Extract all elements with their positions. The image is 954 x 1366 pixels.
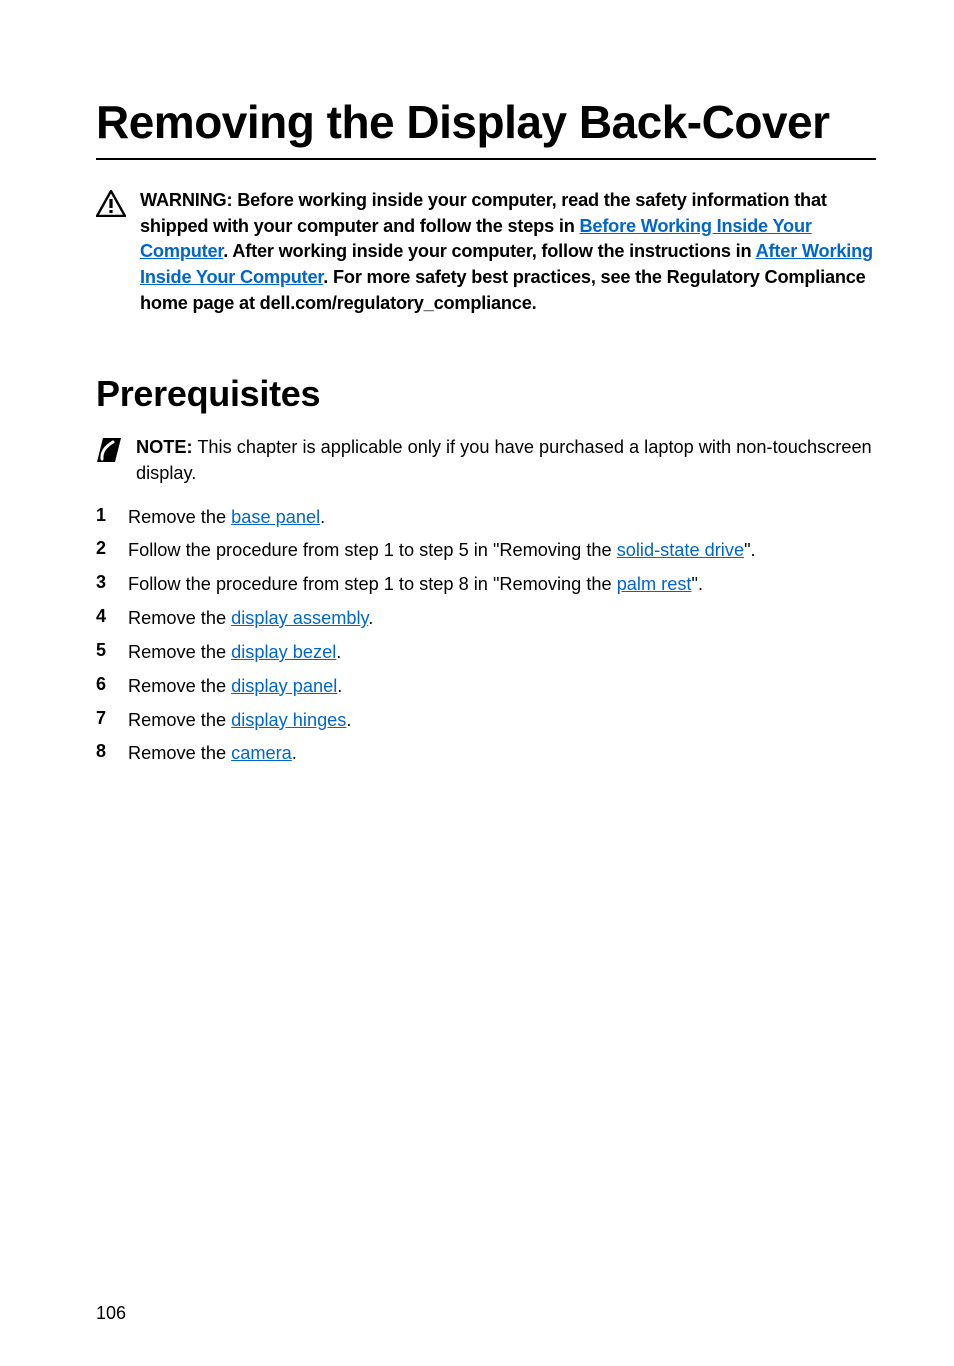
step-body: Remove the display panel. (128, 674, 342, 700)
step-body: Remove the display bezel. (128, 640, 341, 666)
link-solid-state-drive[interactable]: solid-state drive (617, 540, 744, 560)
step-pre: Remove the (128, 743, 231, 763)
step-pre: Remove the (128, 642, 231, 662)
list-item: 8 Remove the camera. (96, 741, 876, 767)
step-body: Follow the procedure from step 1 to step… (128, 572, 703, 598)
list-item: 2 Follow the procedure from step 1 to st… (96, 538, 876, 564)
note-label: NOTE: (136, 437, 193, 457)
page-title: Removing the Display Back-Cover (96, 98, 876, 160)
link-display-bezel[interactable]: display bezel (231, 642, 336, 662)
note-icon (96, 437, 122, 463)
note-body: This chapter is applicable only if you h… (136, 437, 872, 483)
step-number: 6 (96, 674, 110, 695)
link-display-hinges[interactable]: display hinges (231, 710, 346, 730)
link-display-panel[interactable]: display panel (231, 676, 337, 696)
list-item: 3 Follow the procedure from step 1 to st… (96, 572, 876, 598)
step-body: Remove the base panel. (128, 505, 325, 531)
warning-mid1: . After working inside your computer, fo… (223, 241, 755, 261)
step-pre: Remove the (128, 507, 231, 527)
step-post: . (368, 608, 373, 628)
step-pre: Follow the procedure from step 1 to step… (128, 540, 617, 560)
step-number: 7 (96, 708, 110, 729)
list-item: 4 Remove the display assembly. (96, 606, 876, 632)
step-body: Remove the camera. (128, 741, 297, 767)
step-post: . (336, 642, 341, 662)
step-pre: Remove the (128, 676, 231, 696)
link-camera[interactable]: camera (231, 743, 292, 763)
section-heading-prerequisites: Prerequisites (96, 373, 876, 415)
step-number: 3 (96, 572, 110, 593)
link-palm-rest[interactable]: palm rest (617, 574, 692, 594)
warning-icon (96, 190, 126, 217)
step-number: 5 (96, 640, 110, 661)
list-item: 5 Remove the display bezel. (96, 640, 876, 666)
list-item: 6 Remove the display panel. (96, 674, 876, 700)
step-number: 4 (96, 606, 110, 627)
warning-text: WARNING: Before working inside your comp… (140, 188, 876, 317)
note-text: NOTE: This chapter is applicable only if… (136, 435, 876, 487)
list-item: 7 Remove the display hinges. (96, 708, 876, 734)
step-pre: Remove the (128, 608, 231, 628)
step-body: Remove the display hinges. (128, 708, 351, 734)
list-item: 1 Remove the base panel. (96, 505, 876, 531)
steps-list: 1 Remove the base panel. 2 Follow the pr… (96, 505, 876, 768)
link-display-assembly[interactable]: display assembly (231, 608, 368, 628)
step-post: . (346, 710, 351, 730)
step-number: 1 (96, 505, 110, 526)
page-number: 106 (96, 1303, 126, 1324)
warning-block: WARNING: Before working inside your comp… (96, 188, 876, 317)
step-post: . (337, 676, 342, 696)
step-number: 2 (96, 538, 110, 559)
step-number: 8 (96, 741, 110, 762)
step-body: Follow the procedure from step 1 to step… (128, 538, 756, 564)
step-pre: Remove the (128, 710, 231, 730)
note-block: NOTE: This chapter is applicable only if… (96, 435, 876, 487)
step-post: ". (691, 574, 703, 594)
step-post: ". (744, 540, 756, 560)
step-post: . (292, 743, 297, 763)
step-pre: Follow the procedure from step 1 to step… (128, 574, 617, 594)
step-post: . (320, 507, 325, 527)
link-base-panel[interactable]: base panel (231, 507, 320, 527)
step-body: Remove the display assembly. (128, 606, 373, 632)
